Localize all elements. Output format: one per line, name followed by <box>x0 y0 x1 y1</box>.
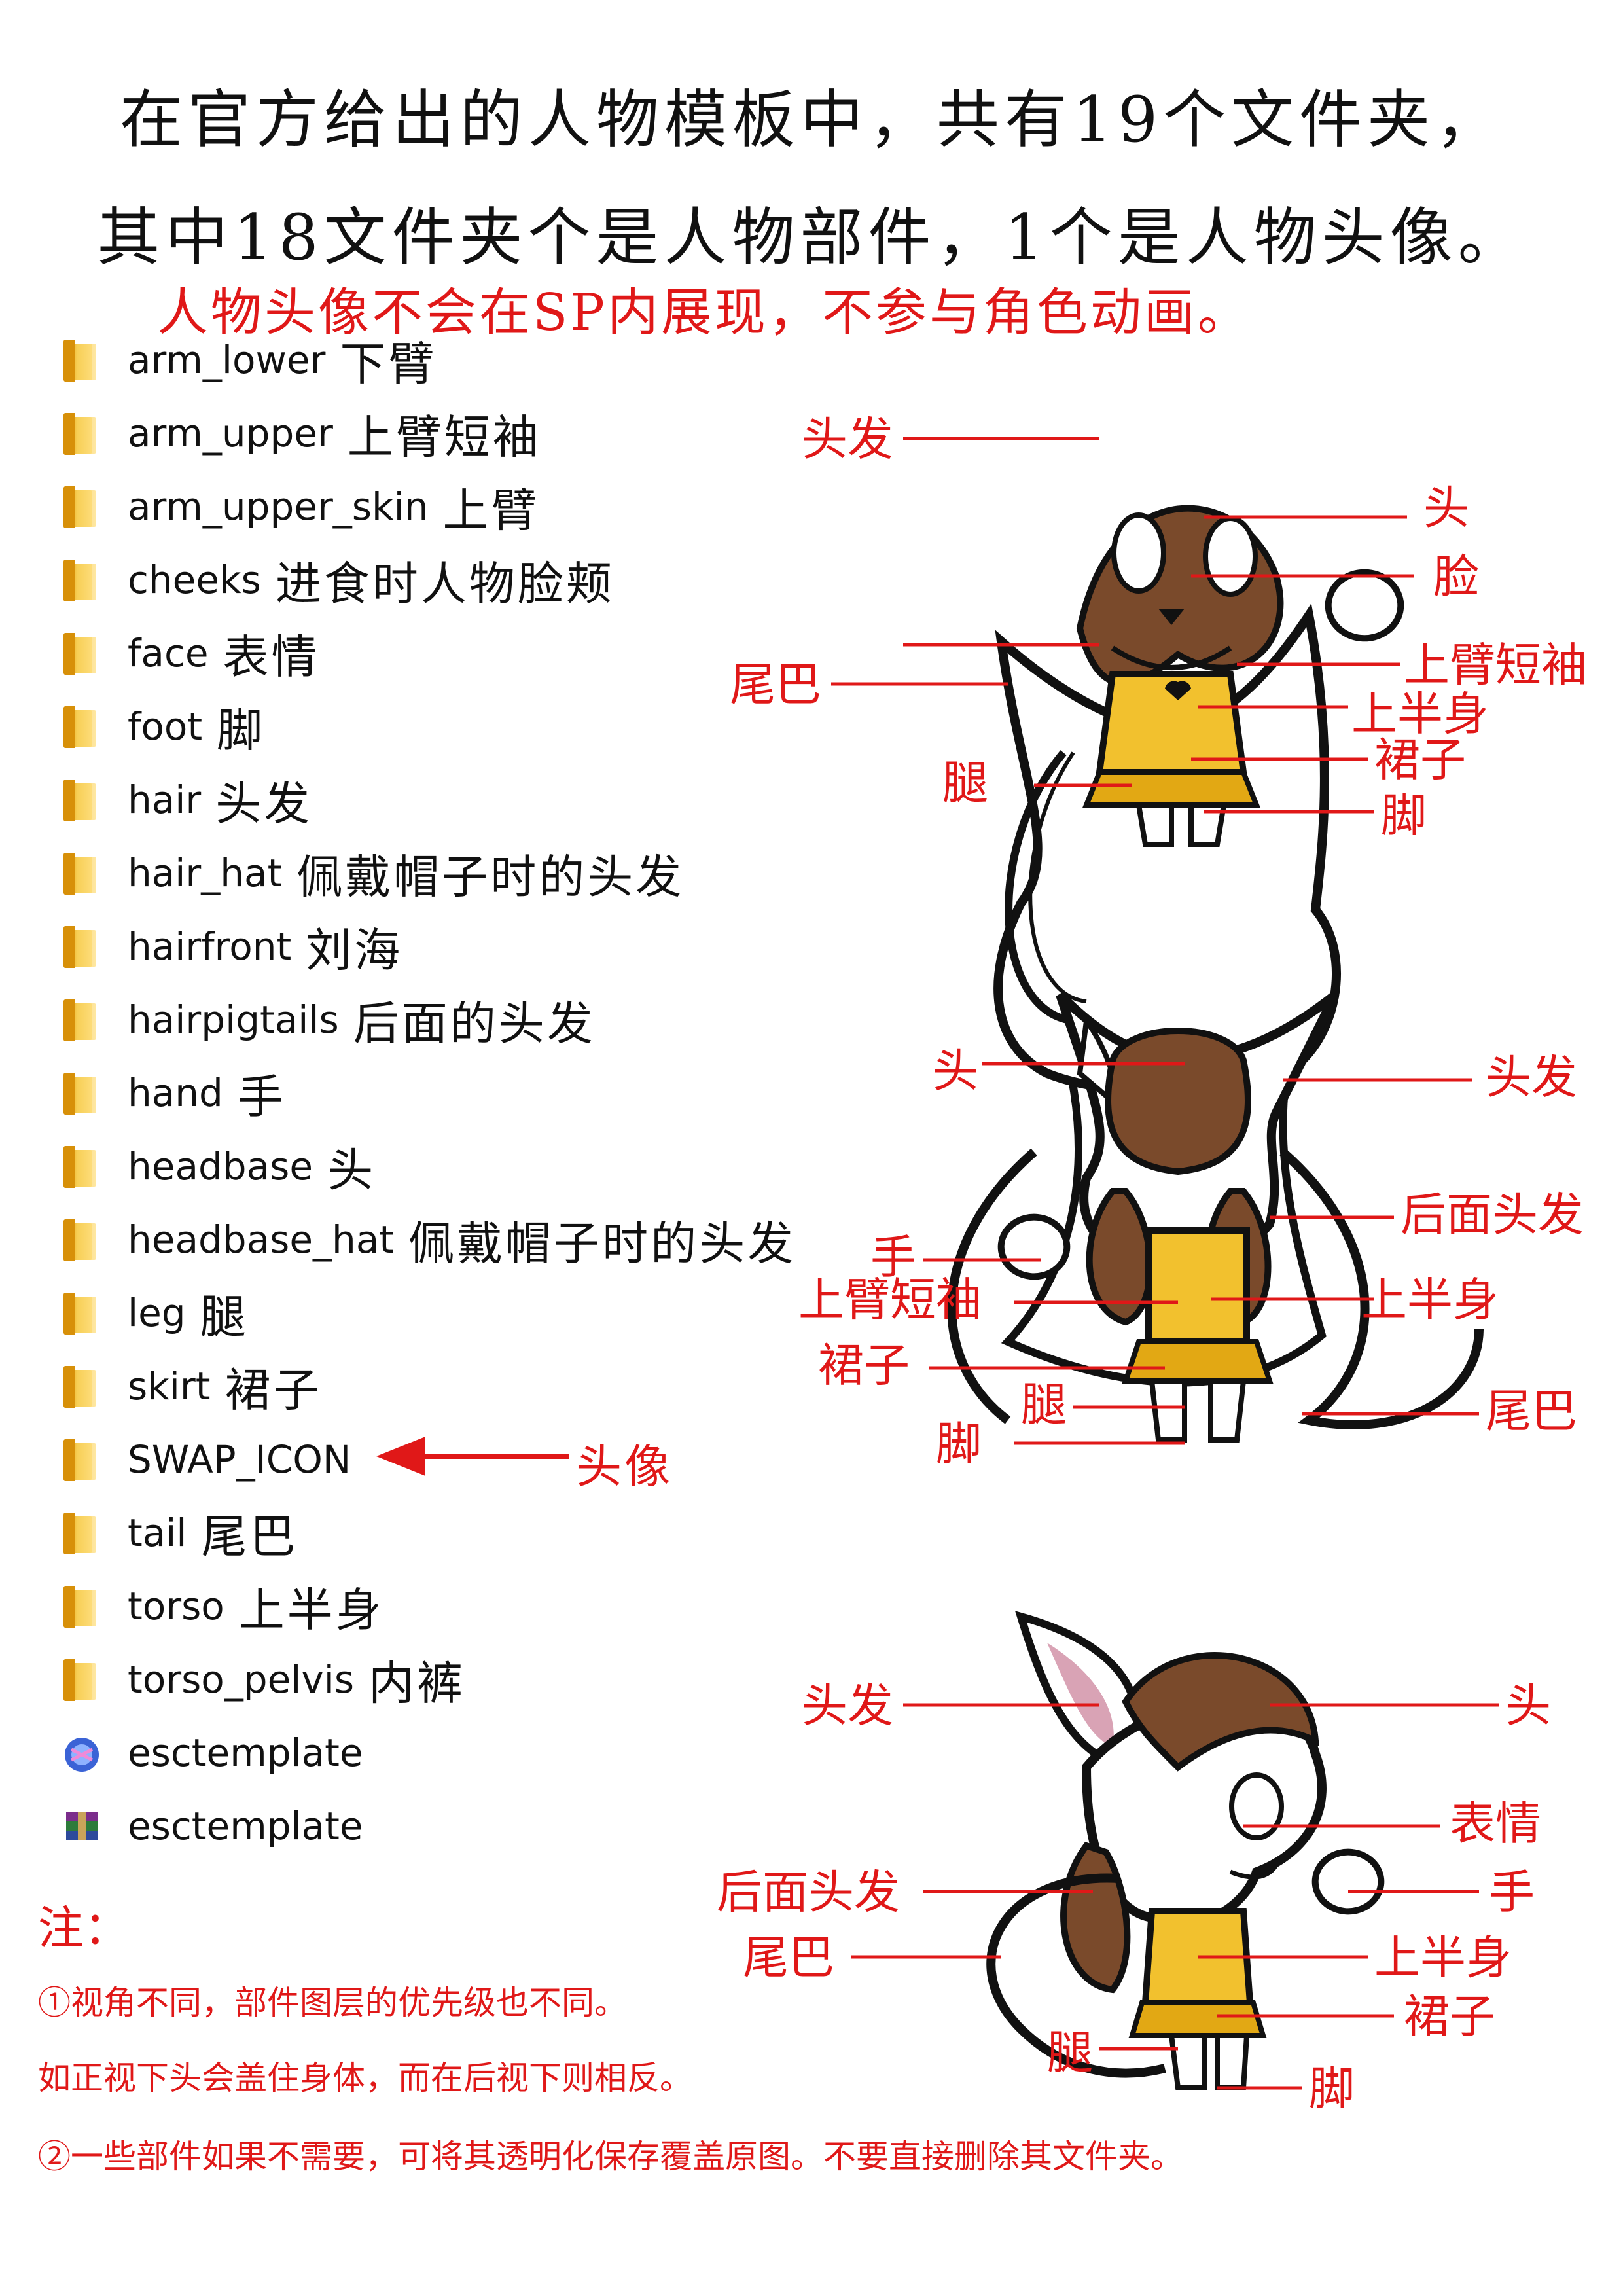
front-label-hair: 头发 <box>802 412 893 466</box>
side-label-torso: 上半身 <box>1374 1931 1512 1984</box>
back-label-upper-arm: 上臂短袖 <box>798 1273 982 1327</box>
swap-icon-arrow <box>376 1437 569 1476</box>
side-label-foot: 脚 <box>1309 2062 1355 2115</box>
side-label-face: 表情 <box>1450 1797 1541 1850</box>
back-label-skirt: 裙子 <box>818 1338 910 1392</box>
back-label-leg: 腿 <box>1021 1378 1067 1431</box>
front-label-skirt: 裙子 <box>1374 733 1466 787</box>
character-diagrams: 头发 头 脸 上臂短袖 尾巴 上半身 裙子 腿 脚 头 头发 后面头发 手 上臂… <box>376 412 1587 2115</box>
side-label-hair: 头发 <box>802 1679 893 1732</box>
front-label-face: 脸 <box>1433 550 1479 603</box>
front-label-leg: 腿 <box>942 756 988 810</box>
back-label-hair: 头发 <box>1486 1050 1577 1104</box>
side-label-tail: 尾巴 <box>743 1931 834 1984</box>
side-label-back-hair: 后面头发 <box>717 1865 900 1919</box>
back-label-back-hair: 后面头发 <box>1400 1188 1584 1242</box>
side-label-head: 头 <box>1505 1679 1551 1732</box>
front-label-upper-arm: 上臂短袖 <box>1404 638 1587 692</box>
side-label-skirt: 裙子 <box>1404 1990 1495 2043</box>
front-label-foot: 脚 <box>1381 789 1427 842</box>
back-label-tail: 尾巴 <box>1486 1384 1577 1438</box>
front-label-tail: 尾巴 <box>730 658 821 711</box>
side-label-leg: 腿 <box>1047 2026 1093 2079</box>
back-label-foot: 脚 <box>936 1417 982 1471</box>
back-label-torso: 上半身 <box>1361 1273 1499 1327</box>
back-label-head: 头 <box>933 1044 978 1098</box>
front-label-head: 头 <box>1423 481 1469 535</box>
side-label-hand: 手 <box>1489 1865 1535 1919</box>
